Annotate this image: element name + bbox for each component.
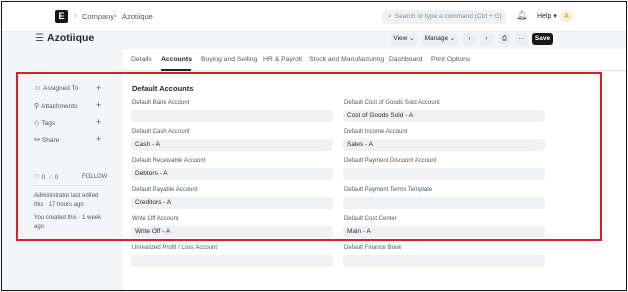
active-tab-indicator [161, 69, 191, 71]
heart-icon[interactable]: ♡ [34, 174, 40, 181]
section-title: Default Accounts [132, 84, 194, 93]
share-icon: ⚯ [34, 137, 40, 144]
chevron-right-icon: › [74, 11, 77, 20]
field-label: Default Payment Terms Template [344, 187, 433, 193]
avatar[interactable]: A [560, 10, 573, 23]
activity-last-edited: Administrator last edited this · 17 hour… [34, 193, 99, 208]
search-input[interactable]: ⌕ Search or type a command (Ctrl + G) [382, 10, 506, 24]
app-logo[interactable]: E [55, 10, 68, 23]
tab-dashboard[interactable]: Dashboard [389, 56, 422, 63]
search-icon: ⌕ [388, 13, 392, 20]
default-finance-book-field[interactable] [343, 255, 545, 267]
default-cogs-account-field[interactable]: Cost of Goods Sold - A [343, 110, 545, 122]
write-off-account-field[interactable]: Write Off - A [131, 226, 333, 238]
page-title: Azotiique [47, 32, 95, 44]
help-menu[interactable]: Help ▾ [537, 12, 557, 20]
add-share-icon[interactable]: + [96, 134, 101, 144]
navbar: E › Company › Azotiique ⌕ Search or type … [2, 2, 626, 32]
default-bank-account-field[interactable] [131, 110, 333, 122]
chevron-right-icon: › [114, 11, 117, 20]
add-tag-icon[interactable]: + [96, 117, 101, 127]
next-button[interactable]: › [480, 33, 493, 45]
unrealized-profit-loss-account-field[interactable] [131, 255, 333, 267]
chevron-right-icon: › [485, 35, 488, 42]
tab-details[interactable]: Details [131, 56, 152, 63]
field-label: Default Payment Discount Account [344, 158, 437, 164]
more-button[interactable]: ··· [515, 33, 528, 45]
field-label: Default Cost of Goods Sold Account [344, 100, 440, 106]
save-button[interactable]: Save [532, 33, 553, 45]
add-attachment-icon[interactable]: + [96, 100, 101, 110]
breadcrumb-current[interactable]: Azotiique [122, 12, 153, 21]
search-placeholder: Search or type a command (Ctrl + G) [394, 13, 502, 20]
field-label: Default Receivable Account [132, 158, 206, 164]
default-payment-terms-template-field[interactable] [343, 197, 545, 209]
paperclip-icon: ⚲ [34, 103, 40, 110]
print-button[interactable]: ⎙ [498, 33, 511, 45]
field-label: Default Payable Account [132, 187, 198, 193]
engagement-counts: ♡ 0 ◌ 0 [34, 173, 58, 181]
field-label: Default Cash Account [132, 129, 190, 135]
default-cash-account-field[interactable]: Cash - A [131, 139, 333, 151]
field-label: Default Cost Center [344, 216, 397, 222]
field-label: Default Income Account [344, 129, 408, 135]
app-window: E › Company › Azotiique ⌕ Search or type … [1, 1, 627, 291]
tab-hr-payroll[interactable]: HR & Payroll [263, 56, 302, 63]
manage-dropdown[interactable]: Manage ⌄ [422, 33, 458, 45]
sidebar-item-attachments[interactable]: ⚲ Attachments [34, 102, 77, 110]
view-dropdown[interactable]: View ⌄ [391, 33, 417, 45]
tab-buying-and-selling[interactable]: Buying and Selling [201, 56, 257, 63]
default-income-account-field[interactable]: Sales - A [343, 139, 545, 151]
sidebar-item-tags[interactable]: ◇ Tags [34, 119, 55, 127]
tab-print-options[interactable]: Print Options [431, 56, 470, 63]
tab-accounts[interactable]: Accounts [161, 56, 192, 63]
field-label: Default Bank Account [132, 100, 190, 106]
follow-button[interactable]: FOLLOW [82, 174, 107, 180]
sidebar-divider [32, 185, 104, 186]
tab-bar: Details Accounts Buying and Selling HR &… [123, 49, 626, 71]
sidebar-item-share[interactable]: ⚯ Share [34, 136, 59, 144]
chevron-left-icon: ‹ [468, 35, 471, 42]
field-label: Default Finance Book [344, 245, 402, 251]
breadcrumb-company[interactable]: Company [82, 12, 114, 21]
user-assign-icon: ☺ [34, 85, 42, 92]
menu-icon[interactable]: ☰ [35, 33, 44, 44]
ellipsis-icon: ··· [518, 35, 525, 42]
comment-count: 0 [54, 174, 59, 181]
sidebar-item-assigned-to[interactable]: ☺ Assigned To [34, 85, 78, 92]
tag-icon: ◇ [34, 120, 40, 127]
default-receivable-account-field[interactable]: Debtors - A [131, 168, 333, 180]
field-label: Write Off Account [132, 216, 179, 222]
add-assignee-icon[interactable]: + [96, 83, 101, 93]
previous-button[interactable]: ‹ [463, 33, 476, 45]
default-cost-center-field[interactable]: Main - A [343, 226, 545, 238]
like-count: 0 [41, 174, 46, 181]
default-payable-account-field[interactable]: Creditors - A [131, 197, 333, 209]
field-label: Unrealized Profit / Loss Account [132, 245, 218, 251]
bell-icon[interactable]: 🔔︎ [516, 10, 527, 21]
comment-icon[interactable]: ◌ [49, 174, 53, 181]
activity-created: You created this · 1 week ago [34, 215, 102, 230]
default-payment-discount-account-field[interactable] [343, 168, 545, 180]
tab-stock-and-manufacturing[interactable]: Stock and Manufacturing [309, 56, 384, 63]
printer-icon: ⎙ [501, 35, 508, 42]
